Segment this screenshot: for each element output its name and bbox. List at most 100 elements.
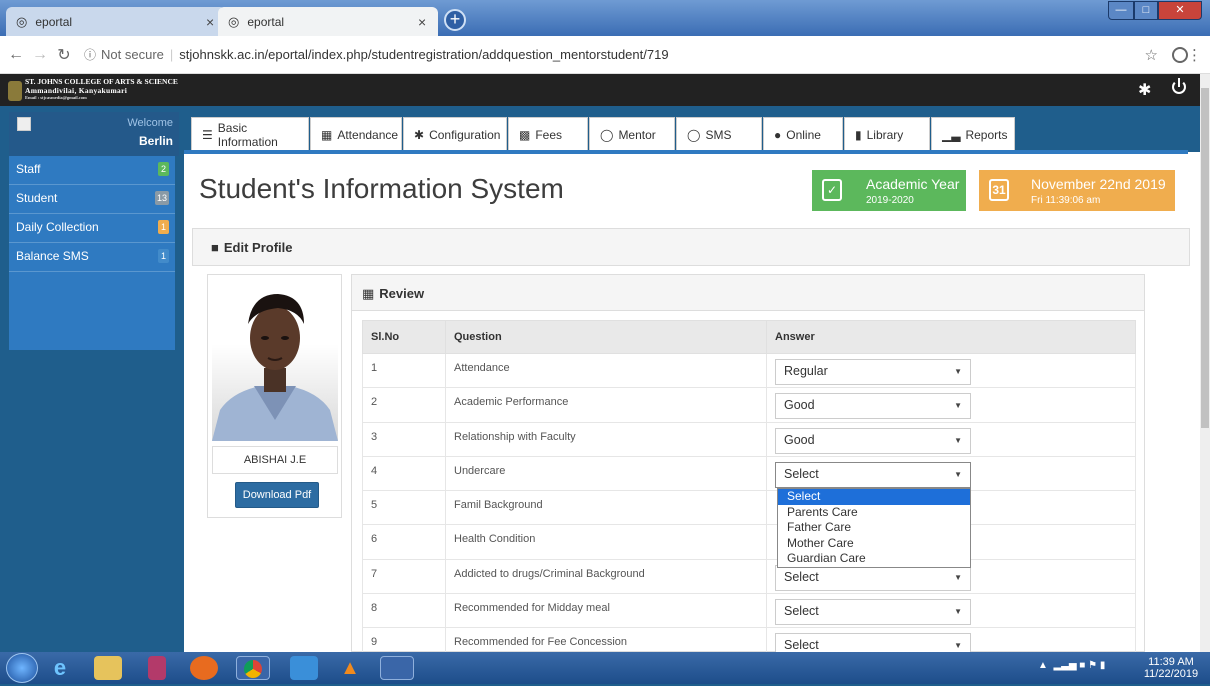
clock-date: 11/22/2019 <box>1143 668 1199 680</box>
answer-select[interactable]: Good ▼ <box>775 427 971 454</box>
menu-reports[interactable]: ▁▃ Reports <box>931 117 1015 153</box>
paint-icon[interactable] <box>380 656 414 680</box>
bar-chart-icon: ▁▃ <box>942 128 961 142</box>
sidebar-item-daily-collection[interactable]: Daily Collection 1 <box>9 214 175 243</box>
college-place: Ammandivilai, Kanyakumari <box>25 86 128 95</box>
download-pdf-button[interactable]: Download Pdf <box>235 482 319 508</box>
browser-tab[interactable]: ◎ eportal × <box>6 7 226 36</box>
back-icon[interactable]: ← <box>4 46 28 64</box>
menu-online[interactable]: ● Online <box>763 117 843 153</box>
vlc-icon[interactable]: ▲ <box>336 656 364 680</box>
row-number: 1 <box>362 352 446 389</box>
profile-icon[interactable] <box>1172 46 1188 63</box>
address-bar: ← → ↻ ⓘ Not secure | stjohnskk.ac.in/epo… <box>0 36 1210 74</box>
sidebar-item-label: Staff <box>16 162 41 176</box>
sidebar-item-label: Daily Collection <box>16 220 99 234</box>
select-value: Select <box>784 569 819 584</box>
dropdown-option-guardian-care[interactable]: Guardian Care <box>778 551 970 567</box>
sidebar-item-staff[interactable]: Staff 2 <box>9 156 175 185</box>
select-value: Select <box>784 604 819 619</box>
review-header: ▦ Review <box>352 275 1144 311</box>
menu-configuration[interactable]: ✱ Configuration <box>403 117 507 153</box>
sidebar-item-label: Balance SMS <box>16 249 89 263</box>
clock-time: 11:39 AM <box>1148 656 1194 668</box>
answer-cell: Select ▼ <box>766 455 1136 492</box>
close-window-button[interactable]: ✕ <box>1158 1 1202 20</box>
windows-taskbar <box>0 652 1210 684</box>
user-icon: ■ <box>211 240 219 255</box>
dropdown-option-father-care[interactable]: Father Care <box>778 520 970 536</box>
dropdown-option-mother-care[interactable]: Mother Care <box>778 536 970 552</box>
bookmark-star-icon[interactable]: ☆ <box>1145 46 1158 64</box>
new-tab-button[interactable]: + <box>444 9 466 31</box>
menu-fees[interactable]: ▩ Fees <box>508 117 588 153</box>
count-badge: 1 <box>158 220 169 234</box>
forward-icon[interactable]: → <box>28 46 52 64</box>
academic-year-box: ✓ Academic Year 2019-2020 <box>812 170 966 211</box>
username: Berlin <box>138 134 173 148</box>
count-badge: 13 <box>154 191 169 205</box>
maximize-button[interactable]: □ <box>1134 1 1158 20</box>
menu-dots-icon[interactable]: ⋮ <box>1187 46 1202 64</box>
close-tab-icon[interactable]: × <box>418 14 438 30</box>
academic-year-label: Academic Year <box>866 176 960 192</box>
internet-explorer-icon[interactable]: e <box>46 656 74 680</box>
menu-basic-information[interactable]: ☰ Basic Information <box>191 117 309 153</box>
globe-icon: ◎ <box>16 13 28 29</box>
menu-attendance[interactable]: ▦ Attendance <box>310 117 402 153</box>
edit-profile-header: ■ Edit Profile <box>192 228 1190 266</box>
clock[interactable]: 11:39 AM 11/22/2019 <box>1140 656 1202 680</box>
count-badge: 2 <box>158 162 169 176</box>
current-date: November 22nd 2019 <box>1031 176 1166 192</box>
select-value: Select <box>784 638 819 653</box>
row-question: Relationship with Faculty <box>445 421 767 457</box>
answer-select[interactable]: Select ▼ <box>775 599 971 626</box>
info-icon[interactable]: ⓘ <box>84 46 96 63</box>
chrome-icon-active[interactable] <box>236 656 270 680</box>
sidebar-item-balance-sms[interactable]: Balance SMS 1 <box>9 243 175 272</box>
minimize-button[interactable]: — <box>1108 1 1134 20</box>
student-name: ABISHAI J.E <box>212 446 338 474</box>
chevron-down-icon: ▼ <box>954 435 962 445</box>
chevron-down-icon: ▼ <box>954 572 962 582</box>
row-question: Attendance <box>445 352 767 389</box>
pen-tool-icon[interactable] <box>290 656 318 680</box>
start-button[interactable] <box>6 653 38 683</box>
url-input[interactable]: stjohnskk.ac.in/eportal/index.php/studen… <box>179 47 668 62</box>
college-name: ST. JOHNS COLLEGE OF ARTS & SCIENCE <box>25 77 178 86</box>
media-player-icon[interactable] <box>148 656 166 680</box>
user-panel: Welcome Berlin <box>9 112 179 156</box>
menu-label: Attendance <box>337 128 399 142</box>
tray-icons[interactable]: ▲ ▂▃▅ ■ ⚑ ▮ <box>1038 660 1105 671</box>
answer-select-open[interactable]: Select ▼ <box>775 461 971 488</box>
firefox-icon[interactable] <box>190 656 218 680</box>
comment-icon: ◯ <box>687 128 701 142</box>
answer-select[interactable]: Good ▼ <box>775 393 971 420</box>
menu-library[interactable]: ▮ Library <box>844 117 930 153</box>
browser-tab-active[interactable]: ◎ eportal × <box>218 7 438 36</box>
file-explorer-icon[interactable] <box>94 656 122 680</box>
row-question: Famil Background <box>445 490 767 526</box>
scrollbar-thumb[interactable] <box>1201 88 1209 428</box>
menu-sms[interactable]: ◯ SMS <box>676 117 762 153</box>
menu-mentor[interactable]: ◯ Mentor <box>589 117 675 153</box>
answer-select[interactable]: Regular ▼ <box>775 359 971 385</box>
row-number: 5 <box>362 490 446 526</box>
dropdown-option-select[interactable]: Select <box>778 489 970 505</box>
answer-select[interactable]: Select ▼ <box>775 564 971 591</box>
college-logo <box>8 81 22 101</box>
review-label: Review <box>379 286 425 301</box>
comment-icon: ◯ <box>600 128 614 142</box>
book-icon: ▮ <box>855 128 862 142</box>
app-header <box>0 74 1200 106</box>
menu-label: Basic Information <box>217 121 278 149</box>
row-question: Health Condition <box>445 524 767 560</box>
table-row: 5 Famil Background <box>362 490 1136 526</box>
dropdown-option-parents-care[interactable]: Parents Care <box>778 505 970 521</box>
reload-icon[interactable]: ↻ <box>52 45 76 65</box>
sidebar-item-student[interactable]: Student 13 <box>9 185 175 214</box>
menu-label: Mentor <box>618 128 656 142</box>
chevron-down-icon: ▼ <box>954 607 962 617</box>
settings-gear-icon[interactable]: ✱ <box>1138 80 1151 100</box>
user-icon: ● <box>774 128 782 142</box>
